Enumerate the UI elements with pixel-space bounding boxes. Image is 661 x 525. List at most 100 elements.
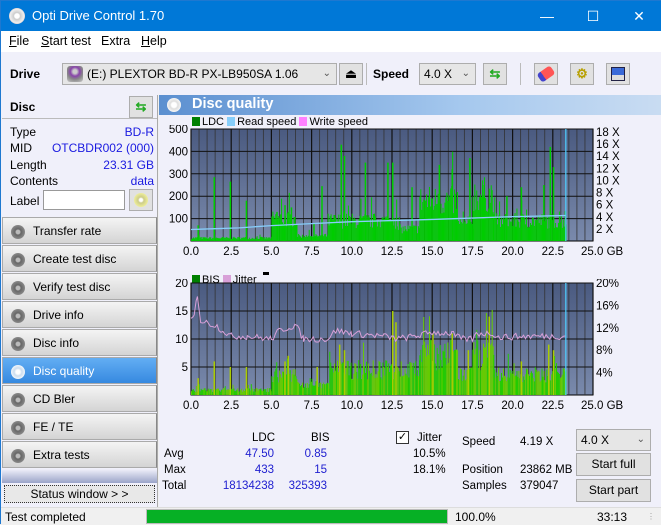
refresh-button[interactable]: ⇆: [483, 63, 507, 85]
bar: [257, 238, 259, 241]
bar: [368, 215, 370, 241]
minimize-button[interactable]: —: [524, 1, 570, 31]
bar: [337, 372, 339, 395]
bar: [422, 201, 424, 241]
bar: [329, 351, 331, 395]
nav-transfer-rate[interactable]: Transfer rate: [2, 217, 157, 244]
drive-select[interactable]: (E:) PLEXTOR BD-R PX-LB950SA 1.06 ⌄: [62, 63, 337, 85]
x-tick-label: 2.5: [223, 246, 239, 258]
bar: [405, 373, 407, 395]
menu-extra[interactable]: Extra: [101, 34, 130, 48]
bar: [563, 226, 565, 241]
menu-start-test[interactable]: Start test: [41, 34, 91, 48]
nav-extra-tests[interactable]: Extra tests: [2, 441, 157, 468]
settings-button[interactable]: ⚙: [570, 63, 594, 85]
bar: [556, 227, 558, 241]
start-part-button[interactable]: Start part: [576, 479, 651, 502]
bar: [235, 390, 237, 395]
test-speed-select[interactable]: 4.0 X ⌄: [576, 429, 651, 451]
x-tick-label: 5.0: [263, 400, 279, 412]
bar: [288, 192, 290, 241]
bar: [366, 215, 368, 241]
bar: [305, 387, 307, 395]
start-full-button[interactable]: Start full: [576, 453, 651, 476]
bar: [311, 378, 313, 395]
bar: [532, 377, 534, 395]
erase-button[interactable]: [534, 63, 558, 85]
bar: [419, 355, 421, 395]
x-tick-label: 15.0: [421, 246, 443, 258]
menu-file[interactable]: File: [9, 34, 29, 48]
bar: [525, 224, 527, 241]
bar: [548, 216, 550, 241]
jitter-checkbox[interactable]: ✓: [396, 431, 409, 444]
bar: [427, 207, 429, 241]
bar: [373, 213, 375, 241]
bar: [239, 237, 241, 241]
y-left-tick-label: 200: [169, 191, 188, 203]
bar: [442, 350, 444, 395]
menu-help[interactable]: Help: [141, 34, 167, 48]
bar: [244, 390, 246, 395]
bar: [325, 233, 327, 241]
disc-label-button[interactable]: [129, 189, 153, 211]
bar: [425, 348, 427, 395]
bar: [315, 234, 317, 241]
bar: [216, 237, 218, 241]
nav-fe-te[interactable]: FE / TE: [2, 413, 157, 440]
bar: [271, 376, 273, 395]
eject-icon: ⏏: [344, 66, 358, 81]
nav-drive-info[interactable]: Drive info: [2, 301, 157, 328]
x-tick-label: 17.5: [461, 400, 483, 412]
nav-cd-bler[interactable]: CD Bler: [2, 385, 157, 412]
save-button[interactable]: [606, 63, 630, 85]
bar: [543, 371, 545, 395]
bar: [410, 362, 412, 395]
nav-label: Extra tests: [33, 448, 90, 462]
bar: [500, 226, 502, 241]
bar: [541, 214, 543, 241]
bar: [544, 380, 546, 395]
eject-button[interactable]: ⏏: [339, 63, 363, 85]
bar: [491, 309, 493, 395]
bar: [504, 376, 506, 395]
disc-refresh-button[interactable]: ⇆: [129, 96, 153, 118]
bar: [401, 233, 403, 241]
bar: [202, 236, 204, 241]
bar: [269, 388, 271, 395]
nav-verify-test-disc[interactable]: Verify test disc: [2, 273, 157, 300]
bar: [382, 362, 384, 395]
bar: [258, 389, 260, 395]
y-left-tick-label: 100: [169, 214, 188, 226]
bar: [336, 222, 338, 241]
bar: [242, 237, 244, 241]
bar: [523, 214, 525, 241]
bar: [242, 391, 244, 395]
stats-max-jitter: 18.1%: [413, 464, 446, 476]
bar: [380, 221, 382, 241]
nav-create-test-disc[interactable]: Create test disc: [2, 245, 157, 272]
bar: [504, 214, 506, 241]
nav-disc-quality[interactable]: Disc quality: [2, 357, 157, 384]
bar: [430, 340, 432, 395]
label-input[interactable]: [43, 190, 125, 210]
bar: [410, 226, 412, 241]
bar: [191, 389, 193, 395]
maximize-button[interactable]: ☐: [570, 1, 616, 31]
stats-total-bis: 325393: [288, 480, 327, 492]
close-button[interactable]: ✕: [616, 1, 661, 31]
bar: [208, 238, 210, 241]
bis-chart: 20 15 10 5 20% 16% 12% 8% 4% 0.0 2.5 5.0 7.5 10.0 12.5…: [175, 279, 623, 412]
bar: [414, 373, 416, 395]
nav-disc-info[interactable]: Disc info: [2, 329, 157, 356]
bar: [525, 374, 527, 395]
bar: [261, 390, 263, 395]
bar: [465, 379, 467, 395]
toolbar-separator: [520, 63, 521, 85]
speed-select[interactable]: 4.0 X ⌄: [419, 63, 476, 85]
resize-grip-icon[interactable]: ⋮: [647, 512, 655, 521]
bar: [538, 223, 540, 241]
bar: [505, 381, 507, 395]
status-window-button[interactable]: Status window > >: [4, 485, 155, 503]
y-right-tick-label: 4%: [596, 368, 613, 380]
